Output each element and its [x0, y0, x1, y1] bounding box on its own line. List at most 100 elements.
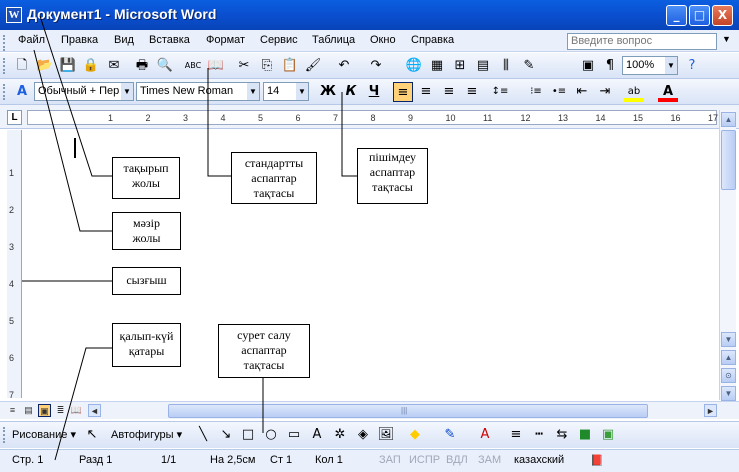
line-color-icon[interactable]: ✎ — [440, 425, 460, 445]
font-select[interactable]: Times New Roman ▼ — [136, 82, 260, 101]
menu-grip[interactable] — [3, 35, 6, 51]
horizontal-scroll-thumb[interactable]: ||| — [168, 404, 648, 418]
bold-button[interactable]: Ж — [318, 82, 338, 102]
menu-insert[interactable]: Вставка — [149, 34, 190, 46]
research-icon[interactable]: 📖 — [206, 56, 226, 76]
menu-format[interactable]: Формат — [206, 34, 245, 46]
menu-table[interactable]: Таблица — [312, 34, 355, 46]
line-spacing-icon[interactable]: ↕≡ — [490, 82, 510, 102]
paste-icon[interactable]: 📋 — [280, 56, 300, 76]
status-track-changes[interactable]: ИСПР — [409, 454, 440, 466]
insert-excel-icon[interactable]: ▤ — [473, 56, 493, 76]
maximize-button[interactable]: □ — [689, 5, 710, 26]
document-map-icon[interactable]: ▣ — [578, 56, 598, 76]
scroll-left-button[interactable]: ◄ — [88, 404, 101, 417]
columns-icon[interactable]: ⫼ — [496, 56, 516, 76]
diagram-icon[interactable]: ✲ — [330, 425, 350, 445]
toolbar-grip[interactable] — [3, 58, 6, 74]
clipart-icon[interactable]: ◈ — [353, 425, 373, 445]
justify-button[interactable]: ≡ — [462, 82, 482, 102]
font-color-icon[interactable]: A — [475, 425, 495, 445]
insert-table-icon[interactable]: ⊞ — [450, 56, 470, 76]
print-icon[interactable]: 🖶 — [132, 56, 152, 76]
numbering-icon[interactable]: ⁝≡ — [526, 82, 546, 102]
vertical-scroll-thumb[interactable] — [721, 130, 736, 190]
vertical-scrollbar[interactable]: ▲ ▼ ▲ ⊙ ▼ — [719, 110, 736, 401]
dash-style-icon[interactable]: ┅ — [529, 425, 549, 445]
underline-button[interactable]: Ч — [364, 82, 384, 102]
bullets-icon[interactable]: •≡ — [549, 82, 569, 102]
decrease-indent-icon[interactable]: ⇤ — [572, 82, 592, 102]
vertical-ruler[interactable]: 1 2 3 4 5 6 7 — [7, 130, 22, 400]
toolbar-grip[interactable] — [3, 84, 6, 100]
menu-edit[interactable]: Правка — [61, 34, 98, 46]
align-right-button[interactable]: ≡ — [439, 82, 459, 102]
drawing-icon[interactable]: ✎ — [519, 56, 539, 76]
scroll-up-button[interactable]: ▲ — [721, 112, 736, 127]
toolbar-grip[interactable] — [3, 427, 6, 443]
line-style-icon[interactable]: ≡ — [506, 425, 526, 445]
tab-selector[interactable]: L — [7, 110, 22, 125]
3d-icon[interactable]: ▣ — [598, 425, 618, 445]
undo-icon[interactable]: ↶ — [334, 56, 354, 76]
picture-icon[interactable]: 🖼 — [376, 425, 396, 445]
font-size-select[interactable]: 14 ▼ — [263, 82, 309, 101]
format-painter-icon[interactable]: 🖌 — [303, 56, 323, 76]
help-icon[interactable]: ? — [682, 56, 702, 76]
browse-object-button[interactable]: ⊙ — [721, 368, 736, 383]
redo-icon[interactable]: ↷ — [366, 56, 386, 76]
close-button[interactable]: X — [712, 5, 733, 26]
menu-window[interactable]: Окно — [370, 34, 396, 46]
highlight-icon[interactable]: ab — [624, 82, 644, 102]
line-icon[interactable]: ╲ — [193, 425, 213, 445]
spelling-icon[interactable]: ABC — [183, 56, 203, 76]
menu-tools[interactable]: Сервис — [260, 34, 298, 46]
italic-button[interactable]: К — [341, 82, 361, 102]
minimize-button[interactable]: _ — [666, 5, 687, 26]
menu-view[interactable]: Вид — [114, 34, 134, 46]
hyperlink-icon[interactable]: 🌐 — [404, 56, 424, 76]
drawing-menu-button[interactable]: Рисование ▾ — [12, 428, 76, 441]
style-select[interactable]: Обычный + Пер ▼ — [34, 82, 134, 101]
status-overtype[interactable]: ЗАМ — [478, 454, 501, 466]
status-record[interactable]: ЗАП — [379, 454, 401, 466]
help-question-input[interactable]: Введите вопрос — [567, 33, 717, 50]
fill-color-icon[interactable]: ◆ — [405, 425, 425, 445]
menu-help[interactable]: Справка — [411, 34, 454, 46]
web-view-button[interactable]: ▤ — [22, 404, 35, 417]
email-icon[interactable]: ✉ — [104, 56, 124, 76]
normal-view-button[interactable]: ≡ — [6, 404, 19, 417]
arrow-style-icon[interactable]: ⇆ — [552, 425, 572, 445]
cut-icon[interactable]: ✂ — [234, 56, 254, 76]
print-preview-icon[interactable]: 🔍 — [155, 56, 175, 76]
horizontal-ruler[interactable]: 1 2 3 4 5 6 7 8 9 10 11 12 13 14 15 16 17 — [27, 110, 718, 125]
shadow-icon[interactable]: ■ — [575, 425, 595, 445]
new-icon[interactable]: 🗋 — [12, 56, 32, 76]
text-box-icon[interactable]: ▭ — [284, 425, 304, 445]
arrow-icon[interactable]: ↘ — [216, 425, 236, 445]
prev-page-button[interactable]: ▲ — [721, 350, 736, 365]
increase-indent-icon[interactable]: ⇥ — [595, 82, 615, 102]
wordart-icon[interactable]: A — [307, 425, 327, 445]
spelling-status-icon[interactable]: 📕 — [590, 454, 604, 467]
scroll-down-button[interactable]: ▼ — [721, 332, 736, 347]
zoom-select[interactable]: 100% ▼ — [622, 56, 678, 75]
copy-icon[interactable]: ⎘ — [257, 56, 277, 76]
rectangle-icon[interactable]: □ — [238, 425, 258, 445]
autoshapes-menu-button[interactable]: Автофигуры ▾ — [111, 428, 182, 441]
permission-icon[interactable]: 🔒 — [81, 56, 101, 76]
next-page-button[interactable]: ▼ — [721, 386, 736, 401]
select-objects-icon[interactable]: ↖ — [82, 425, 102, 445]
font-color-icon[interactable]: A — [658, 82, 678, 102]
align-center-button[interactable]: ≡ — [416, 82, 436, 102]
open-icon[interactable]: 📂 — [35, 56, 55, 76]
status-extend[interactable]: ВДЛ — [446, 454, 468, 466]
show-hide-icon[interactable]: ¶ — [600, 56, 620, 76]
reading-view-button[interactable]: 📖 — [70, 404, 83, 417]
outline-view-button[interactable]: ≣ — [54, 404, 67, 417]
menu-file[interactable]: Файл — [18, 34, 45, 46]
tables-borders-icon[interactable]: ▦ — [427, 56, 447, 76]
align-left-button[interactable]: ≡ — [393, 82, 413, 102]
save-icon[interactable]: 💾 — [58, 56, 78, 76]
oval-icon[interactable]: ○ — [261, 425, 281, 445]
